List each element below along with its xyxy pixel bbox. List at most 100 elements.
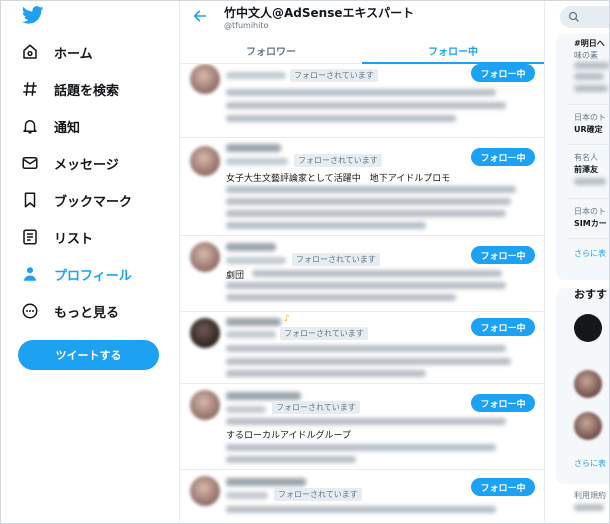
nav-item-lists[interactable]: リスト xyxy=(20,222,93,252)
avatar[interactable] xyxy=(190,318,220,348)
bio-line xyxy=(226,456,356,463)
nav-label-lists: リスト xyxy=(54,231,94,247)
follows-you-badge: フォローされています xyxy=(294,154,382,167)
avatar[interactable] xyxy=(190,242,220,272)
nav-item-profile[interactable]: プロフィール xyxy=(20,259,132,289)
active-tab-indicator xyxy=(362,62,544,64)
avatar[interactable] xyxy=(190,476,220,506)
sparkle-icon: ♪ xyxy=(284,314,290,324)
nav-label-notifications: 通知 xyxy=(54,120,81,136)
footer-line xyxy=(574,504,604,511)
follows-you-badge: フォローされています xyxy=(292,253,380,266)
trend-category: 日本のト xyxy=(574,113,606,122)
user-row[interactable]: フォローされています フォロー中 劇団 xyxy=(180,236,544,312)
show-more-recommend-link[interactable]: さらに表 xyxy=(574,458,606,469)
avatar[interactable] xyxy=(190,390,220,420)
right-sidebar: #明日へ 味の素 日本のト UR確定 有名人 前澤友 日本のト SIMカー さら… xyxy=(546,0,610,524)
trend-line xyxy=(574,62,610,69)
user-handle xyxy=(226,257,286,264)
trend-line xyxy=(574,73,604,80)
recommend-title: おすす xyxy=(574,288,607,301)
trend-title[interactable]: 前澤友 xyxy=(574,164,598,175)
bookmark-icon xyxy=(20,190,40,210)
nav-item-bookmarks[interactable]: ブックマーク xyxy=(20,185,132,215)
bio-line xyxy=(226,506,496,513)
user-handle xyxy=(226,331,276,338)
avatar[interactable] xyxy=(574,314,602,342)
divider xyxy=(568,238,610,239)
divider xyxy=(568,104,610,105)
bio-line xyxy=(226,89,496,96)
user-name xyxy=(226,144,281,152)
tweet-button[interactable]: ツイートする xyxy=(18,340,159,370)
user-row[interactable]: フォローされています フォロー中 xyxy=(180,56,544,138)
user-bio: するローカルアイドルグループ xyxy=(226,431,352,441)
nav-item-notifications[interactable]: 通知 xyxy=(20,111,80,141)
tab-following[interactable]: フォロー中 xyxy=(362,36,544,64)
trend-title[interactable]: UR確定 xyxy=(574,124,603,135)
follows-you-badge: フォローされています xyxy=(290,69,378,82)
avatar[interactable] xyxy=(574,370,602,398)
user-row[interactable]: ♪ フォローされています フォロー中 xyxy=(180,312,544,384)
person-icon xyxy=(20,264,40,284)
twitter-logo-icon[interactable] xyxy=(22,6,44,24)
following-button[interactable]: フォロー中 xyxy=(471,148,535,166)
following-button[interactable]: フォロー中 xyxy=(471,318,535,336)
bio-line xyxy=(226,282,506,289)
trend-subtitle: 味の素 xyxy=(574,51,598,60)
bio-line xyxy=(226,345,506,352)
nav-label-bookmarks: ブックマーク xyxy=(54,194,133,210)
avatar[interactable] xyxy=(190,64,220,94)
user-name xyxy=(226,318,281,326)
bio-line xyxy=(226,370,426,377)
follow-tabs: フォロワー フォロー中 xyxy=(180,36,544,64)
more-icon xyxy=(20,301,40,321)
bio-line xyxy=(252,270,502,277)
trend-title[interactable]: #明日へ xyxy=(574,38,605,49)
trend-title[interactable]: SIMカー xyxy=(574,218,607,229)
search-icon xyxy=(568,11,579,22)
profile-header: 竹中文人@AdSenseエキスパート @tfumihito xyxy=(180,0,544,36)
back-arrow-icon[interactable] xyxy=(192,8,208,24)
trend-line xyxy=(574,85,608,92)
user-row[interactable]: フォローされています フォロー中 xyxy=(180,470,544,524)
user-row[interactable]: フォローされています フォロー中 女子大生文藝評論家として活躍中 地下アイドルプ… xyxy=(180,138,544,236)
avatar[interactable] xyxy=(574,412,602,440)
tab-followers[interactable]: フォロワー xyxy=(180,36,362,64)
bio-line xyxy=(226,186,516,193)
bell-icon xyxy=(20,116,40,136)
bio-line xyxy=(226,198,511,205)
show-more-trends-link[interactable]: さらに表 xyxy=(574,248,606,259)
bio-line xyxy=(226,294,456,301)
hashtag-icon xyxy=(20,79,40,99)
home-icon xyxy=(20,42,40,62)
follows-you-badge: フォローされています xyxy=(280,327,368,340)
bio-line xyxy=(226,418,506,425)
bio-line xyxy=(226,115,456,122)
page-title: 竹中文人@AdSenseエキスパート xyxy=(224,6,415,20)
nav-item-explore[interactable]: 話題を検索 xyxy=(20,74,119,104)
following-button[interactable]: フォロー中 xyxy=(471,64,535,82)
bio-line xyxy=(226,102,506,109)
footer-terms-link[interactable]: 利用規約 xyxy=(574,490,606,501)
following-button[interactable]: フォロー中 xyxy=(471,394,535,412)
nav-item-more[interactable]: もっと見る xyxy=(20,296,119,326)
profile-handle: @tfumihito xyxy=(224,21,269,30)
nav-item-home[interactable]: ホーム xyxy=(20,37,93,67)
user-name xyxy=(226,243,276,251)
search-input[interactable] xyxy=(560,6,610,28)
trend-category: 有名人 xyxy=(574,153,598,162)
following-button[interactable]: フォロー中 xyxy=(471,478,535,496)
avatar[interactable] xyxy=(190,146,220,176)
nav-label-messages: メッセージ xyxy=(54,157,119,173)
bio-line xyxy=(226,444,496,451)
following-button[interactable]: フォロー中 xyxy=(471,246,535,264)
nav-label-explore: 話題を検索 xyxy=(54,83,120,99)
user-name xyxy=(226,478,306,486)
follows-you-badge: フォローされています xyxy=(272,401,360,414)
nav-item-messages[interactable]: メッセージ xyxy=(20,148,119,178)
user-row[interactable]: フォローされています フォロー中 するローカルアイドルグループ xyxy=(180,384,544,470)
nav-label-more: もっと見る xyxy=(54,305,120,321)
user-handle xyxy=(226,72,286,79)
divider xyxy=(568,198,610,199)
